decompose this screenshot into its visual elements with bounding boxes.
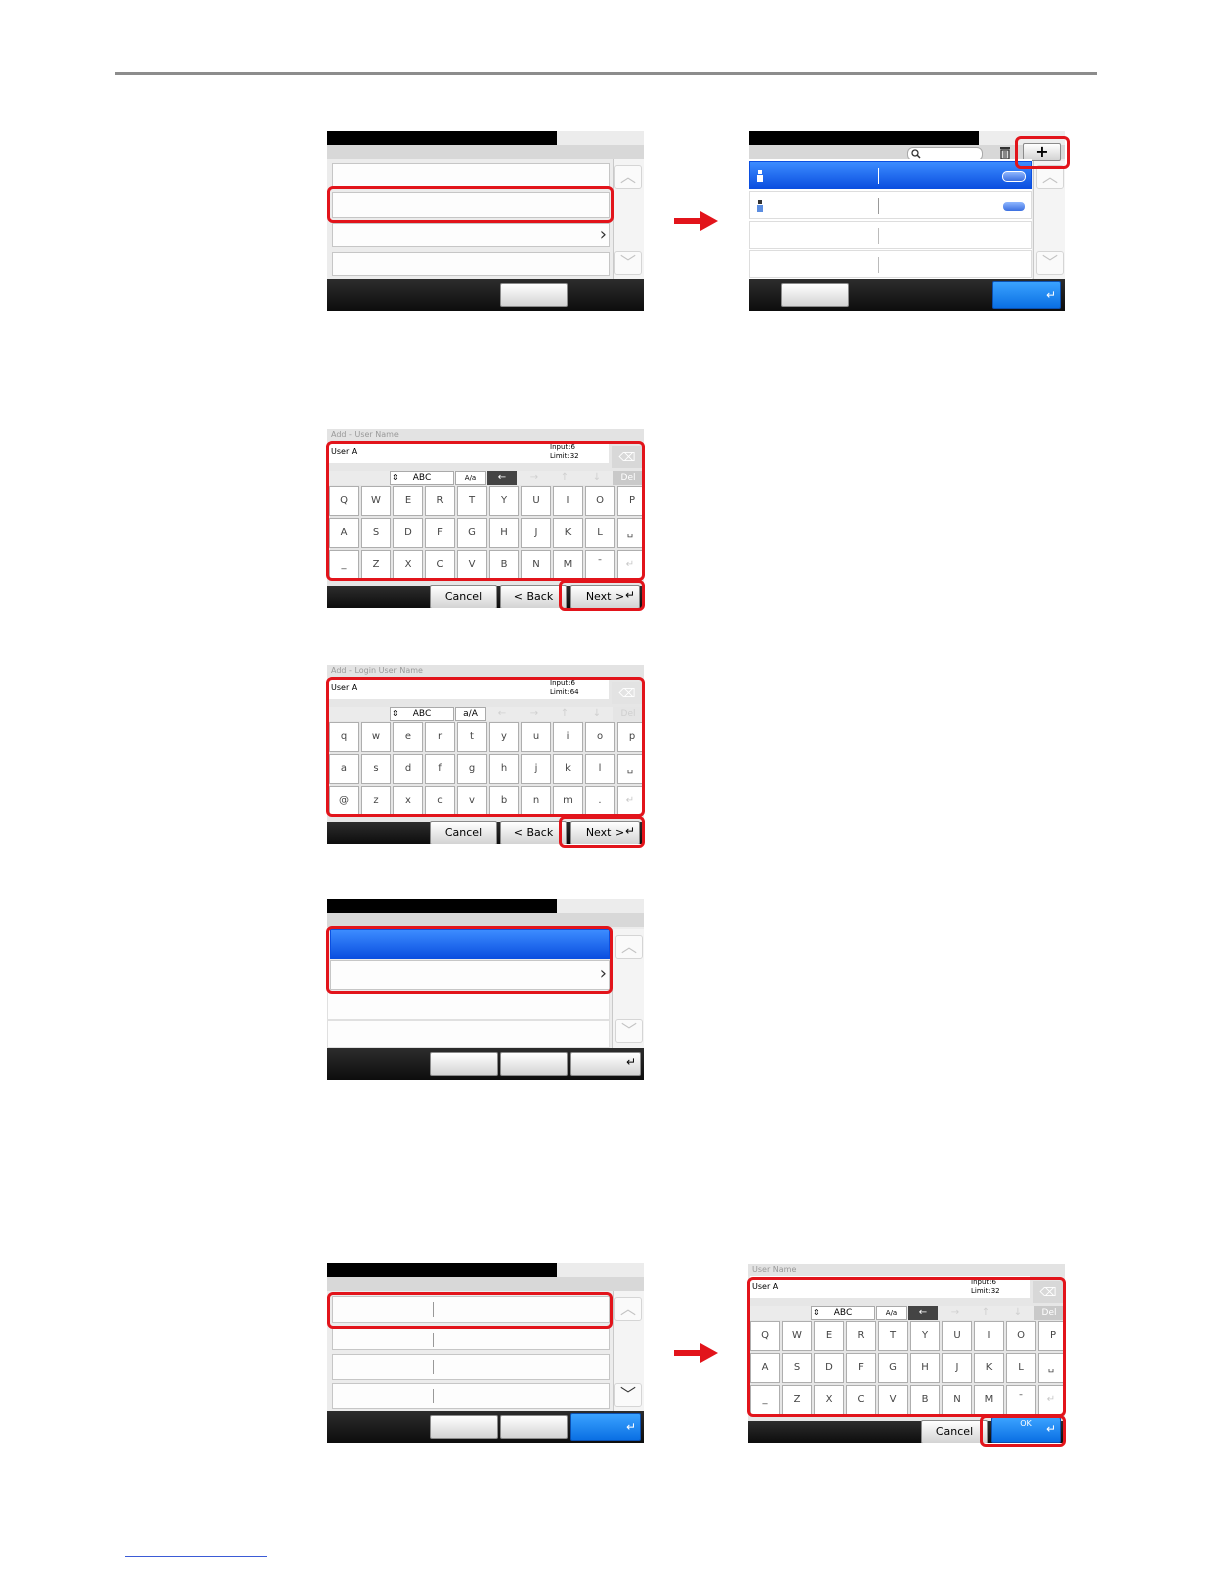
button-1[interactable] <box>430 1052 498 1076</box>
detail-button[interactable] <box>1002 201 1026 212</box>
screen-title-bar <box>749 131 979 145</box>
enter-icon: ↵ <box>1045 288 1056 302</box>
highlight-menu-item <box>327 186 614 223</box>
screen-title-bar <box>327 899 557 913</box>
button-2[interactable] <box>500 1052 568 1076</box>
user-row-3[interactable] <box>749 221 1032 249</box>
keyboard-title: Add - User Name <box>327 429 644 441</box>
keyboard-title: User Name <box>748 1264 1065 1276</box>
menu-item-3[interactable]: › <box>332 223 610 247</box>
keyboard-title: Add - Login User Name <box>327 665 644 677</box>
scroll-down-icon[interactable]: ﹀ <box>615 1019 643 1043</box>
arrow-right-icon <box>674 1343 718 1363</box>
bottom-bar: ↵ <box>749 279 1065 311</box>
scroll-up-icon[interactable]: ︿ <box>614 165 642 189</box>
header-rule <box>115 72 1097 75</box>
bottom-bar <box>327 279 644 311</box>
back-button[interactable]: < Back <box>500 585 567 608</box>
detail-row-3[interactable] <box>332 1354 610 1380</box>
scroll-up-icon[interactable]: ︿ <box>615 935 643 959</box>
list-item-4[interactable] <box>327 1020 610 1048</box>
column-divider <box>878 257 879 273</box>
screen-sub-bar <box>327 913 644 927</box>
column-divider <box>878 198 879 214</box>
detail-button[interactable] <box>1002 171 1026 182</box>
highlight-keyboard <box>326 677 645 817</box>
button-2[interactable] <box>500 1415 568 1439</box>
menu-item-4[interactable] <box>332 252 610 276</box>
user-row-4[interactable] <box>749 250 1032 278</box>
cancel-button[interactable]: Cancel <box>430 821 497 844</box>
highlight-list-items <box>326 926 613 994</box>
highlight-next-button <box>559 580 645 611</box>
search-icon <box>911 149 921 159</box>
detail-row-2[interactable] <box>332 1328 610 1350</box>
list-item-3[interactable] <box>327 992 610 1020</box>
scrollbar[interactable]: ︿ ﹀ <box>1033 161 1065 279</box>
scroll-up-icon[interactable]: ︿ <box>614 1297 642 1321</box>
cancel-button[interactable]: Cancel <box>430 585 497 608</box>
screen-sub-bar <box>327 145 644 159</box>
column-divider <box>433 1333 434 1347</box>
button-1[interactable] <box>430 1415 498 1439</box>
cancel-button[interactable]: Cancel <box>921 1420 988 1443</box>
user-row-1[interactable] <box>749 161 1032 189</box>
scroll-down-icon[interactable]: ﹀ <box>614 1383 642 1407</box>
highlight-keyboard <box>326 441 645 581</box>
highlight-next-button <box>559 816 645 848</box>
trash-icon[interactable] <box>999 146 1011 160</box>
ok-button[interactable]: ↵ <box>992 281 1061 309</box>
chevron-right-icon: › <box>599 224 607 245</box>
enter-icon: ↵ <box>625 1055 636 1069</box>
ok-button[interactable]: ↵ <box>570 1413 641 1441</box>
detail-row-4[interactable] <box>332 1383 610 1409</box>
user-icon <box>757 200 763 212</box>
user-edit-screen: ︿ ﹀ ↵ <box>327 1263 644 1443</box>
highlight-ok-button <box>980 1415 1066 1447</box>
screen-sub-bar <box>327 1277 644 1291</box>
arrow-right-icon <box>674 211 718 231</box>
scrollbar[interactable]: ︿ ﹀ <box>612 929 644 1049</box>
footer-link-underline <box>125 1556 267 1557</box>
back-button[interactable]: < Back <box>500 821 567 844</box>
enter-icon: ↵ <box>625 1420 636 1434</box>
highlight-user-name-row <box>327 1292 613 1329</box>
column-divider <box>878 228 879 244</box>
screen-title-bar <box>327 1263 557 1277</box>
scroll-down-icon[interactable]: ﹀ <box>614 251 642 275</box>
scrollbar[interactable]: ︿ ﹀ <box>613 159 644 279</box>
user-row-2[interactable] <box>749 191 1032 219</box>
cancel-button[interactable] <box>781 283 849 307</box>
scrollbar[interactable]: ︿ ﹀ <box>613 1291 644 1411</box>
user-list <box>749 159 1032 279</box>
scroll-down-icon[interactable]: ﹀ <box>1036 251 1064 275</box>
column-divider <box>878 168 879 184</box>
highlight-keyboard <box>747 1277 1066 1417</box>
button-3[interactable]: ↵ <box>570 1052 641 1076</box>
menu-item-1[interactable] <box>332 163 610 187</box>
user-icon <box>757 170 763 182</box>
column-divider <box>433 1389 434 1403</box>
bottom-bar: ↵ <box>327 1048 644 1080</box>
bottom-bar: ↵ <box>327 1411 644 1443</box>
highlight-add-button <box>1015 136 1070 169</box>
column-divider <box>433 1360 434 1374</box>
screen-title-bar <box>327 131 557 145</box>
close-button[interactable] <box>500 283 568 307</box>
